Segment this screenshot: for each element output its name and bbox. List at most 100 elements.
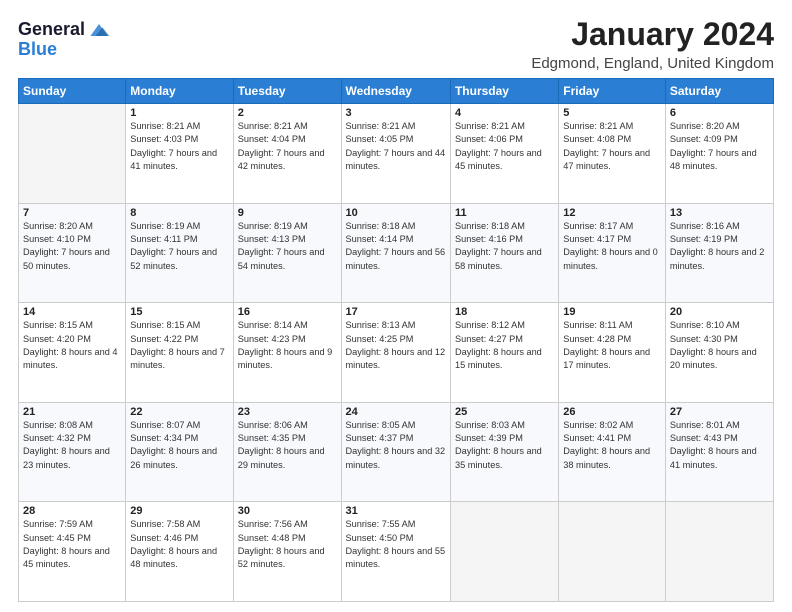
calendar-cell: 3 Sunrise: 8:21 AM Sunset: 4:05 PM Dayli… [341,104,450,204]
sunset-line: Sunset: 4:32 PM [23,433,91,443]
title-block: January 2024 Edgmond, England, United Ki… [531,16,774,72]
week-row-4: 21 Sunrise: 8:08 AM Sunset: 4:32 PM Dayl… [19,402,774,502]
day-number: 2 [238,107,337,119]
sunrise-line: Sunrise: 8:20 AM [670,121,740,131]
calendar-cell: 16 Sunrise: 8:14 AM Sunset: 4:23 PM Dayl… [233,303,341,403]
sunrise-line: Sunrise: 8:13 AM [346,320,416,330]
sunrise-line: Sunrise: 8:18 AM [455,221,525,231]
calendar-cell: 22 Sunrise: 8:07 AM Sunset: 4:34 PM Dayl… [126,402,233,502]
calendar-cell [559,502,666,602]
daylight-line: Daylight: 8 hours and 45 minutes. [23,546,110,569]
daylight-line: Daylight: 8 hours and 0 minutes. [563,247,658,270]
calendar-title: January 2024 [531,16,774,53]
calendar-cell [450,502,558,602]
sunrise-line: Sunrise: 7:58 AM [130,519,200,529]
sunrise-line: Sunrise: 7:55 AM [346,519,416,529]
sunrise-line: Sunrise: 8:05 AM [346,420,416,430]
day-number: 15 [130,306,228,318]
calendar-cell: 24 Sunrise: 8:05 AM Sunset: 4:37 PM Dayl… [341,402,450,502]
sunset-line: Sunset: 4:34 PM [130,433,198,443]
week-row-3: 14 Sunrise: 8:15 AM Sunset: 4:20 PM Dayl… [19,303,774,403]
day-number: 12 [563,207,661,219]
calendar-cell: 14 Sunrise: 8:15 AM Sunset: 4:20 PM Dayl… [19,303,126,403]
calendar-cell: 31 Sunrise: 7:55 AM Sunset: 4:50 PM Dayl… [341,502,450,602]
week-row-5: 28 Sunrise: 7:59 AM Sunset: 4:45 PM Dayl… [19,502,774,602]
daylight-line: Daylight: 8 hours and 38 minutes. [563,446,650,469]
daylight-line: Daylight: 8 hours and 17 minutes. [563,347,650,370]
day-number: 29 [130,505,228,517]
calendar-cell [665,502,773,602]
sunrise-line: Sunrise: 8:18 AM [346,221,416,231]
sunset-line: Sunset: 4:27 PM [455,334,523,344]
day-number: 30 [238,505,337,517]
daylight-line: Daylight: 7 hours and 45 minutes. [455,148,542,171]
sunset-line: Sunset: 4:30 PM [670,334,738,344]
sunset-line: Sunset: 4:45 PM [23,533,91,543]
weekday-monday: Monday [126,79,233,104]
day-number: 8 [130,207,228,219]
daylight-line: Daylight: 8 hours and 2 minutes. [670,247,765,270]
sunrise-line: Sunrise: 8:03 AM [455,420,525,430]
sunset-line: Sunset: 4:41 PM [563,433,631,443]
weekday-thursday: Thursday [450,79,558,104]
daylight-line: Daylight: 8 hours and 35 minutes. [455,446,542,469]
calendar-cell: 5 Sunrise: 8:21 AM Sunset: 4:08 PM Dayli… [559,104,666,204]
day-number: 3 [346,107,446,119]
sunset-line: Sunset: 4:04 PM [238,134,306,144]
daylight-line: Daylight: 7 hours and 47 minutes. [563,148,650,171]
calendar-cell: 30 Sunrise: 7:56 AM Sunset: 4:48 PM Dayl… [233,502,341,602]
calendar-table: SundayMondayTuesdayWednesdayThursdayFrid… [18,78,774,602]
sunrise-line: Sunrise: 8:12 AM [455,320,525,330]
sunrise-line: Sunrise: 8:02 AM [563,420,633,430]
sunset-line: Sunset: 4:16 PM [455,234,523,244]
sunset-line: Sunset: 4:20 PM [23,334,91,344]
calendar-cell: 2 Sunrise: 8:21 AM Sunset: 4:04 PM Dayli… [233,104,341,204]
sunset-line: Sunset: 4:05 PM [346,134,414,144]
sunrise-line: Sunrise: 8:14 AM [238,320,308,330]
week-row-2: 7 Sunrise: 8:20 AM Sunset: 4:10 PM Dayli… [19,203,774,303]
day-number: 14 [23,306,121,318]
sunrise-line: Sunrise: 8:15 AM [130,320,200,330]
daylight-line: Daylight: 8 hours and 48 minutes. [130,546,217,569]
day-number: 7 [23,207,121,219]
day-number: 11 [455,207,554,219]
calendar-cell: 27 Sunrise: 8:01 AM Sunset: 4:43 PM Dayl… [665,402,773,502]
daylight-line: Daylight: 7 hours and 54 minutes. [238,247,325,270]
calendar-cell: 13 Sunrise: 8:16 AM Sunset: 4:19 PM Dayl… [665,203,773,303]
sunrise-line: Sunrise: 8:10 AM [670,320,740,330]
calendar-cell: 8 Sunrise: 8:19 AM Sunset: 4:11 PM Dayli… [126,203,233,303]
daylight-line: Daylight: 7 hours and 41 minutes. [130,148,217,171]
daylight-line: Daylight: 7 hours and 58 minutes. [455,247,542,270]
calendar-cell: 12 Sunrise: 8:17 AM Sunset: 4:17 PM Dayl… [559,203,666,303]
daylight-line: Daylight: 7 hours and 56 minutes. [346,247,446,270]
calendar-cell: 28 Sunrise: 7:59 AM Sunset: 4:45 PM Dayl… [19,502,126,602]
sunrise-line: Sunrise: 8:08 AM [23,420,93,430]
day-number: 5 [563,107,661,119]
daylight-line: Daylight: 8 hours and 26 minutes. [130,446,217,469]
day-number: 20 [670,306,769,318]
day-number: 9 [238,207,337,219]
day-number: 17 [346,306,446,318]
day-number: 23 [238,406,337,418]
sunrise-line: Sunrise: 8:06 AM [238,420,308,430]
daylight-line: Daylight: 7 hours and 48 minutes. [670,148,757,171]
sunset-line: Sunset: 4:17 PM [563,234,631,244]
day-number: 18 [455,306,554,318]
sunset-line: Sunset: 4:39 PM [455,433,523,443]
calendar-cell: 18 Sunrise: 8:12 AM Sunset: 4:27 PM Dayl… [450,303,558,403]
daylight-line: Daylight: 8 hours and 4 minutes. [23,347,118,370]
weekday-tuesday: Tuesday [233,79,341,104]
sunrise-line: Sunrise: 8:19 AM [130,221,200,231]
calendar-cell: 7 Sunrise: 8:20 AM Sunset: 4:10 PM Dayli… [19,203,126,303]
sunrise-line: Sunrise: 8:21 AM [238,121,308,131]
day-number: 19 [563,306,661,318]
calendar-cell: 10 Sunrise: 8:18 AM Sunset: 4:14 PM Dayl… [341,203,450,303]
day-number: 22 [130,406,228,418]
day-number: 16 [238,306,337,318]
calendar-cell: 21 Sunrise: 8:08 AM Sunset: 4:32 PM Dayl… [19,402,126,502]
sunset-line: Sunset: 4:06 PM [455,134,523,144]
sunrise-line: Sunrise: 8:21 AM [346,121,416,131]
sunrise-line: Sunrise: 8:01 AM [670,420,740,430]
sunset-line: Sunset: 4:09 PM [670,134,738,144]
logo-text-general: General [18,20,85,40]
